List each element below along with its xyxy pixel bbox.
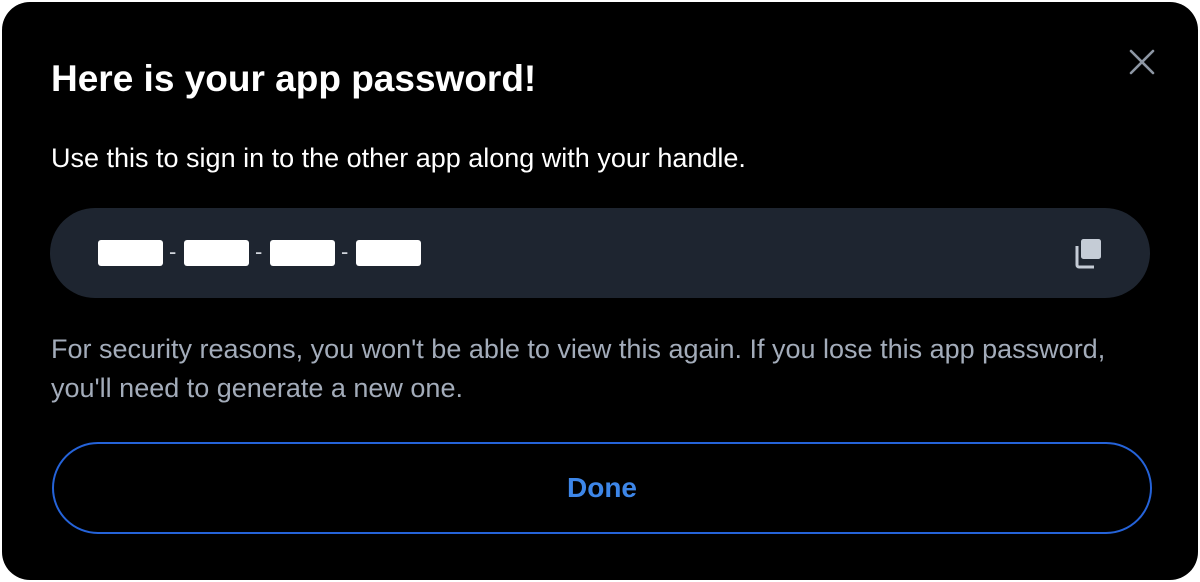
copy-button[interactable]: [1070, 236, 1104, 270]
close-icon: [1129, 49, 1155, 75]
security-warning: For security reasons, you won't be able …: [51, 334, 1106, 403]
password-separator: -: [341, 239, 349, 264]
password-segment-redacted: [270, 240, 335, 266]
password-segment-redacted: [356, 240, 421, 266]
app-password-dialog: Here is your app password! Use this to s…: [2, 2, 1198, 580]
password-separator: -: [169, 239, 177, 264]
dialog-subtitle: Use this to sign in to the other app alo…: [51, 143, 746, 173]
password-separator: -: [255, 239, 263, 264]
password-segment-redacted: [184, 240, 249, 266]
close-button[interactable]: [1124, 44, 1160, 80]
dialog-title: Here is your app password!: [51, 58, 537, 99]
password-field[interactable]: - - -: [50, 208, 1150, 298]
done-button[interactable]: Done: [52, 442, 1152, 534]
copy-icon: [1075, 239, 1101, 269]
password-segment-redacted: [98, 240, 163, 266]
